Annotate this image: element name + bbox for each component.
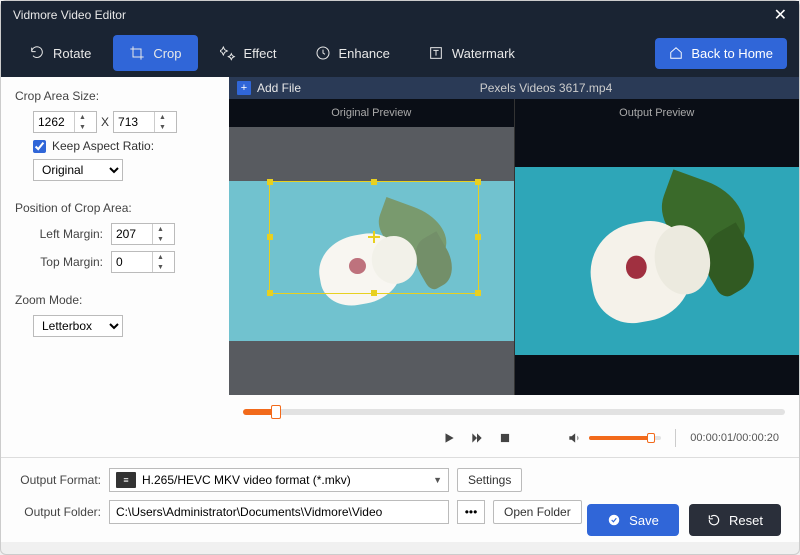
back-home-button[interactable]: Back to Home xyxy=(655,38,787,69)
effect-label: Effect xyxy=(244,46,277,61)
stop-icon[interactable] xyxy=(498,431,512,445)
play-icon[interactable] xyxy=(442,431,456,445)
position-label: Position of Crop Area: xyxy=(15,201,215,215)
output-folder-label: Output Folder: xyxy=(15,505,101,519)
stepper-down-icon[interactable]: ▼ xyxy=(153,234,168,244)
rotate-button[interactable]: Rotate xyxy=(13,35,107,71)
output-preview: Output Preview xyxy=(514,99,800,395)
stepper-up-icon[interactable]: ▲ xyxy=(155,112,170,122)
browse-folder-button[interactable]: ••• xyxy=(457,500,485,524)
save-button[interactable]: Save xyxy=(587,504,679,536)
playback-time: 00:00:01/00:00:20 xyxy=(690,432,779,444)
rotate-icon xyxy=(29,45,45,61)
stepper-up-icon[interactable]: ▲ xyxy=(153,224,168,234)
enhance-icon xyxy=(315,45,331,61)
crop-height-field[interactable] xyxy=(114,112,154,132)
titlebar: Vidmore Video Editor ✕ xyxy=(1,1,799,29)
plus-icon[interactable]: + xyxy=(237,81,251,95)
top-margin-input[interactable]: ▲▼ xyxy=(111,251,175,273)
reset-label: Reset xyxy=(729,513,763,528)
stepper-down-icon[interactable]: ▼ xyxy=(75,122,90,132)
current-filename: Pexels Videos 3617.mp4 xyxy=(301,81,791,95)
preview-area: + Add File Pexels Videos 3617.mp4 Origin… xyxy=(229,77,799,457)
reset-icon xyxy=(707,513,721,527)
stepper-up-icon[interactable]: ▲ xyxy=(75,112,90,122)
left-margin-label: Left Margin: xyxy=(33,227,103,241)
effect-button[interactable]: Effect xyxy=(204,35,293,71)
crop-height-input[interactable]: ▲▼ xyxy=(113,111,177,133)
crop-label: Crop xyxy=(153,46,181,61)
left-margin-input[interactable]: ▲▼ xyxy=(111,223,175,245)
home-icon xyxy=(669,46,683,60)
top-margin-field[interactable] xyxy=(112,252,152,272)
main-toolbar: Rotate Crop Effect Enhance Watermark Bac… xyxy=(1,29,799,77)
watermark-button[interactable]: Watermark xyxy=(412,35,531,71)
stepper-up-icon[interactable]: ▲ xyxy=(153,252,168,262)
close-icon[interactable]: ✕ xyxy=(774,5,787,25)
output-preview-label: Output Preview xyxy=(515,99,800,127)
crop-width-field[interactable] xyxy=(34,112,74,132)
save-label: Save xyxy=(629,513,659,528)
output-folder-value: C:\Users\Administrator\Documents\Vidmore… xyxy=(116,505,442,519)
volume-slider[interactable] xyxy=(589,436,661,440)
watermark-icon xyxy=(428,45,444,61)
rotate-label: Rotate xyxy=(53,46,91,61)
keep-aspect-checkbox[interactable] xyxy=(33,140,46,153)
open-folder-button[interactable]: Open Folder xyxy=(493,500,582,524)
seek-slider[interactable] xyxy=(243,409,785,415)
crop-area-size-label: Crop Area Size: xyxy=(15,89,215,103)
addfile-bar: + Add File Pexels Videos 3617.mp4 xyxy=(229,77,799,99)
window-title: Vidmore Video Editor xyxy=(13,8,774,22)
zoom-mode-select[interactable]: Letterbox xyxy=(33,315,123,337)
check-circle-icon xyxy=(607,513,621,527)
effect-icon xyxy=(220,45,236,61)
stepper-down-icon[interactable]: ▼ xyxy=(153,262,168,272)
add-file-button[interactable]: Add File xyxy=(257,81,301,95)
output-format-label: Output Format: xyxy=(15,473,101,487)
x-separator: X xyxy=(101,115,109,129)
fast-forward-icon[interactable] xyxy=(470,431,484,445)
crop-settings-sidebar: Crop Area Size: ▲▼ X ▲▼ Keep Aspect Rati… xyxy=(1,77,229,457)
keep-aspect-label: Keep Aspect Ratio: xyxy=(52,139,154,153)
stepper-down-icon[interactable]: ▼ xyxy=(155,122,170,132)
output-format-value: H.265/HEVC MKV video format (*.mkv) xyxy=(142,473,427,487)
output-format-select[interactable]: H.265/HEVC MKV video format (*.mkv) ▼ xyxy=(109,468,449,492)
zoom-mode-label: Zoom Mode: xyxy=(15,293,215,307)
original-preview: Original Preview xyxy=(229,99,514,395)
back-home-label: Back to Home xyxy=(691,46,773,61)
volume-icon[interactable] xyxy=(567,431,581,445)
enhance-label: Enhance xyxy=(339,46,390,61)
chevron-down-icon[interactable]: ▼ xyxy=(433,475,442,485)
reset-button[interactable]: Reset xyxy=(689,504,781,536)
watermark-label: Watermark xyxy=(452,46,515,61)
original-preview-frame[interactable] xyxy=(229,127,514,395)
enhance-button[interactable]: Enhance xyxy=(299,35,406,71)
top-margin-label: Top Margin: xyxy=(33,255,103,269)
format-icon xyxy=(116,472,136,488)
original-preview-label: Original Preview xyxy=(229,99,514,127)
crop-button[interactable]: Crop xyxy=(113,35,197,71)
output-preview-frame xyxy=(515,127,800,395)
crop-width-input[interactable]: ▲▼ xyxy=(33,111,97,133)
aspect-preset-select[interactable]: Original xyxy=(33,159,123,181)
left-margin-field[interactable] xyxy=(112,224,152,244)
output-folder-field[interactable]: C:\Users\Administrator\Documents\Vidmore… xyxy=(109,500,449,524)
settings-button[interactable]: Settings xyxy=(457,468,522,492)
crop-icon xyxy=(129,45,145,61)
